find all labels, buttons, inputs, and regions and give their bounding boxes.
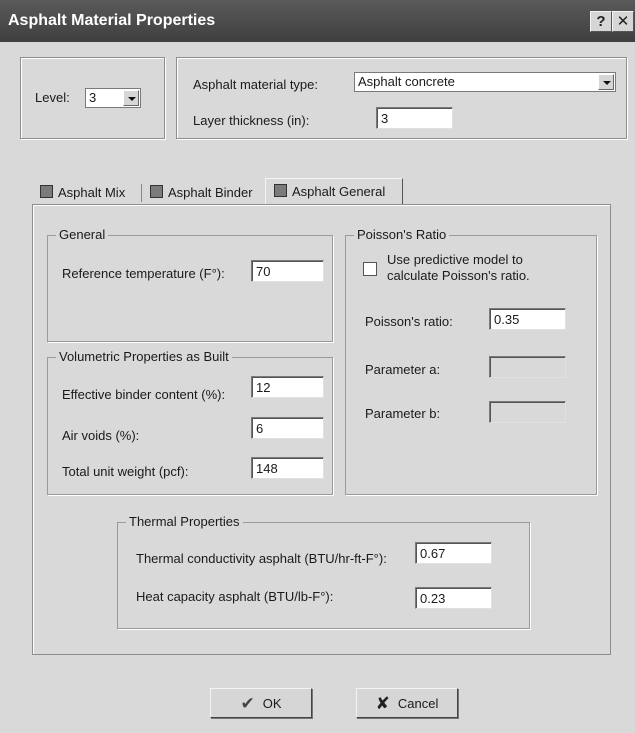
air-voids-input[interactable]: 6: [251, 417, 324, 439]
tab-icon: [274, 184, 287, 197]
cancel-button[interactable]: ✘ Cancel: [356, 688, 458, 718]
help-icon: ?: [596, 13, 606, 30]
reference-temperature-label: Reference temperature (F°):: [62, 266, 225, 281]
level-select[interactable]: 3: [85, 88, 141, 108]
thickness-label: Layer thickness (in):: [193, 113, 310, 128]
parameter-b-label: Parameter b:: [365, 406, 441, 421]
general-group-title: General: [56, 227, 109, 242]
help-button[interactable]: ?: [590, 11, 612, 32]
general-group: General Reference temperature (F°): 70: [47, 227, 333, 342]
close-button[interactable]: ✕: [612, 11, 634, 32]
thermal-group-title: Thermal Properties: [126, 514, 243, 529]
predictive-model-label-line1: Use predictive model to: [387, 252, 523, 267]
thickness-input[interactable]: 3: [376, 107, 453, 129]
window-title: Asphalt Material Properties: [8, 12, 216, 29]
poisson-ratio-label: Poisson's ratio:: [365, 314, 453, 329]
level-panel: Level: 3: [20, 57, 165, 139]
heat-capacity-label: Heat capacity asphalt (BTU/lb-F°):: [136, 589, 334, 604]
volumetric-group: Volumetric Properties as Built Effective…: [47, 349, 333, 495]
level-value: 3: [89, 90, 97, 105]
material-type-value: Asphalt concrete: [358, 74, 455, 89]
material-panel: Asphalt material type: Asphalt concrete …: [176, 57, 627, 139]
unit-weight-input[interactable]: 148: [251, 457, 324, 479]
thermal-group: Thermal Properties Thermal conductivity …: [117, 514, 530, 629]
volumetric-group-title: Volumetric Properties as Built: [56, 349, 232, 364]
tab-panel: General Reference temperature (F°): 70 V…: [32, 204, 611, 655]
reference-temperature-input[interactable]: 70: [251, 260, 324, 282]
cancel-label: Cancel: [397, 696, 439, 711]
ok-button[interactable]: ✔ OK: [210, 688, 312, 718]
title-bar: Asphalt Material Properties ? ✕: [0, 0, 635, 42]
x-mark-icon: ✘: [375, 694, 390, 713]
binder-content-input[interactable]: 12: [251, 376, 324, 398]
chevron-down-icon[interactable]: [598, 74, 614, 90]
level-label: Level:: [35, 90, 70, 105]
tab-icon: [150, 185, 163, 198]
chevron-down-icon[interactable]: [123, 90, 139, 106]
tab-asphalt-mix[interactable]: Asphalt Mix: [40, 182, 125, 204]
tab-icon: [40, 185, 53, 198]
material-type-label: Asphalt material type:: [193, 77, 319, 92]
tab-asphalt-general[interactable]: Asphalt General: [265, 178, 403, 204]
parameter-a-input[interactable]: [489, 356, 566, 378]
poisson-group: Poisson's Ratio Use predictive model to …: [345, 227, 597, 495]
parameter-a-label: Parameter a:: [365, 362, 441, 377]
thermal-conductivity-label: Thermal conductivity asphalt (BTU/hr-ft-…: [136, 551, 387, 566]
tab-label: Asphalt Mix: [58, 185, 126, 200]
tab-label: Asphalt General: [292, 184, 386, 199]
predictive-model-checkbox[interactable]: [363, 262, 377, 276]
poisson-ratio-input[interactable]: 0.35: [489, 308, 566, 330]
unit-weight-label: Total unit weight (pcf):: [62, 464, 189, 479]
tab-label: Asphalt Binder: [168, 185, 253, 200]
poisson-group-title: Poisson's Ratio: [354, 227, 450, 242]
thermal-conductivity-input[interactable]: 0.67: [415, 542, 492, 564]
air-voids-label: Air voids (%):: [62, 428, 140, 443]
close-icon: ✕: [616, 13, 630, 30]
tab-asphalt-binder[interactable]: Asphalt Binder: [150, 182, 253, 204]
dialog-window: Asphalt Material Properties ? ✕ Level: 3…: [0, 0, 635, 733]
heat-capacity-input[interactable]: 0.23: [415, 587, 492, 609]
checkmark-icon: ✔: [240, 694, 255, 713]
parameter-b-input[interactable]: [489, 401, 566, 423]
tab-divider: [141, 184, 142, 202]
ok-label: OK: [262, 696, 282, 711]
predictive-model-label-line2: calculate Poisson's ratio.: [387, 268, 530, 283]
material-type-select[interactable]: Asphalt concrete: [354, 72, 616, 92]
binder-content-label: Effective binder content (%):: [62, 387, 226, 402]
